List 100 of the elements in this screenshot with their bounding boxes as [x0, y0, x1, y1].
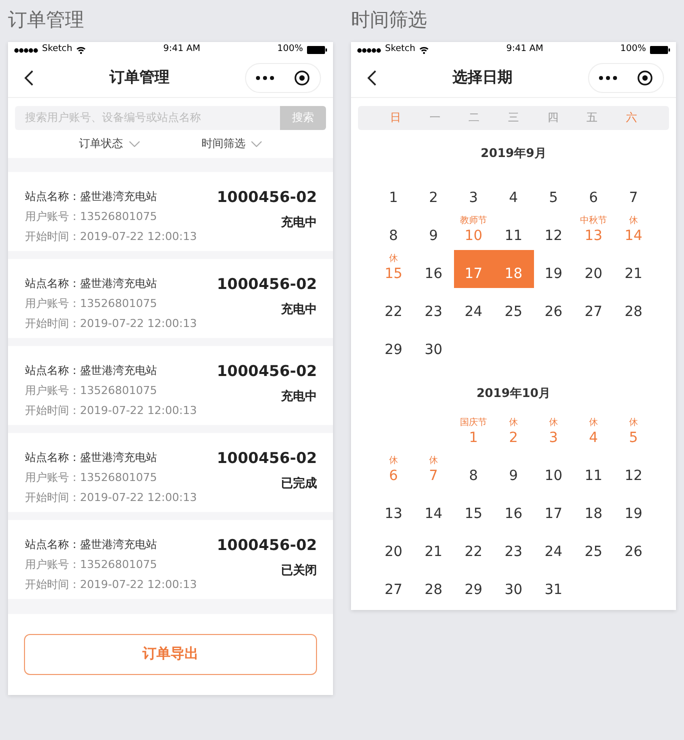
day-number: 5	[549, 189, 558, 207]
order-card[interactable]: 站点名称：盛世港湾充电站 用户账号：13526801075 开始时间：2019-07-22 12:00:13 1000456-02 充电中	[8, 259, 333, 346]
day-number: 31	[544, 581, 562, 599]
date-cell[interactable]: 15	[454, 490, 494, 528]
battery-percent: 100%	[620, 43, 646, 56]
date-cell[interactable]: 20	[574, 250, 614, 288]
order-card[interactable]: 站点名称：盛世港湾充电站 用户账号：13526801075 开始时间：2019-07-22 12:00:13 1000456-02 充电中	[8, 172, 333, 259]
day-number: 8	[389, 227, 398, 245]
start-time: 开始时间：2019-07-22 12:00:13	[25, 490, 197, 506]
day-number: 24	[464, 303, 482, 321]
date-cell[interactable]: 27	[574, 288, 614, 326]
date-cell[interactable]: 4	[494, 174, 534, 212]
date-cell[interactable]: 29	[454, 566, 494, 604]
date-cell[interactable]: 8	[374, 212, 414, 250]
date-cell[interactable]: 24	[534, 528, 574, 566]
date-cell[interactable]: 2	[414, 174, 454, 212]
date-cell[interactable]: 27	[374, 566, 414, 604]
day-number: 10	[464, 227, 482, 245]
start-time: 开始时间：2019-07-22 12:00:13	[25, 577, 197, 593]
date-cell[interactable]: 9	[414, 212, 454, 250]
order-card[interactable]: 站点名称：盛世港湾充电站 用户账号：13526801075 开始时间：2019-07-22 12:00:13 1000456-02 已完成	[8, 433, 333, 520]
date-cell[interactable]: 10	[534, 452, 574, 490]
date-cell[interactable]: 9	[494, 452, 534, 490]
back-icon[interactable]	[24, 70, 34, 86]
order-status: 充电中	[280, 214, 317, 231]
battery-icon	[650, 46, 670, 54]
holiday-note: 休	[549, 417, 558, 429]
date-cell[interactable]: 23	[494, 528, 534, 566]
day-number: 3	[549, 429, 558, 447]
date-cell[interactable]: 30	[414, 326, 454, 364]
signal-icon	[14, 48, 38, 52]
day-number: 11	[504, 227, 522, 245]
filter-dropdown[interactable]: 时间筛选	[201, 136, 262, 152]
filter-dropdown[interactable]: 订单状态	[78, 136, 140, 152]
date-cell[interactable]: 21	[414, 528, 454, 566]
date-cell[interactable]: 7	[614, 174, 654, 212]
date-cell[interactable]: 13	[374, 490, 414, 528]
weekday-label: 二	[468, 110, 481, 126]
wifi-icon	[419, 46, 430, 54]
date-cell[interactable]: 20	[374, 528, 414, 566]
search-field[interactable]: 搜索用户账号、设备编号或站点名称	[15, 106, 280, 130]
day-number: 13	[384, 505, 402, 523]
date-cell[interactable]: 22	[374, 288, 414, 326]
order-card[interactable]: 站点名称：盛世港湾充电站 用户账号：13526801075 开始时间：2019-07-22 12:00:13 1000456-02 充电中	[8, 346, 333, 433]
date-cell[interactable]: 23	[414, 288, 454, 326]
date-cell[interactable]: 11	[574, 452, 614, 490]
date-cell[interactable]: 19	[534, 250, 574, 288]
date-cell[interactable]: 25	[574, 528, 614, 566]
date-cell[interactable]: 28	[614, 288, 654, 326]
date-cell[interactable]: 22	[454, 528, 494, 566]
day-number: 23	[424, 303, 442, 321]
order-card[interactable]: 站点名称：盛世港湾充电站 用户账号：13526801075 开始时间：2019-07-22 12:00:13 1000456-02 已关闭	[8, 520, 333, 607]
close-target-icon[interactable]	[294, 70, 310, 86]
day-number: 18	[584, 505, 602, 523]
date-cell[interactable]: 6	[574, 174, 614, 212]
order-number: 1000456-02	[216, 187, 317, 207]
order-number: 1000456-02	[216, 448, 317, 468]
day-number: 25	[584, 543, 602, 561]
date-cell[interactable]: 31	[534, 566, 574, 604]
station-name: 站点名称：盛世港湾充电站	[25, 537, 158, 553]
screen-caption: 订单管理	[8, 8, 85, 33]
wifi-icon	[76, 46, 86, 54]
date-cell[interactable]: 8	[454, 452, 494, 490]
holiday-note: 休	[389, 455, 398, 467]
date-cell[interactable]: 12	[534, 212, 574, 250]
more-icon[interactable]	[599, 76, 617, 80]
date-cell[interactable]: 24	[454, 288, 494, 326]
day-number: 17	[544, 505, 562, 523]
date-cell[interactable]: 3	[454, 174, 494, 212]
date-cell[interactable]: 25	[494, 288, 534, 326]
date-cell[interactable]: 28	[414, 566, 454, 604]
day-number: 22	[464, 543, 482, 561]
close-target-icon[interactable]	[637, 70, 653, 86]
order-number: 1000456-02	[216, 274, 317, 294]
more-icon[interactable]	[256, 76, 274, 80]
user-account: 用户账号：13526801075	[25, 296, 158, 312]
day-number: 21	[424, 543, 442, 561]
page-title: 选择日期	[452, 67, 512, 88]
date-cell[interactable]: 18	[574, 490, 614, 528]
day-number: 17	[464, 265, 482, 283]
date-cell[interactable]: 26	[614, 528, 654, 566]
date-cell[interactable]: 14	[414, 490, 454, 528]
date-cell[interactable]: 11	[494, 212, 534, 250]
date-cell[interactable]: 30	[494, 566, 534, 604]
date-cell[interactable]: 16	[494, 490, 534, 528]
day-number: 6	[589, 189, 598, 207]
date-cell[interactable]: 16	[414, 250, 454, 288]
day-number: 3	[469, 189, 478, 207]
back-icon[interactable]	[367, 70, 377, 86]
date-cell[interactable]: 17	[534, 490, 574, 528]
date-cell[interactable]: 5	[534, 174, 574, 212]
date-cell[interactable]: 19	[614, 490, 654, 528]
date-cell[interactable]: 29	[374, 326, 414, 364]
page-title: 订单管理	[110, 67, 170, 88]
day-number: 12	[624, 467, 642, 485]
date-cell[interactable]: 12	[614, 452, 654, 490]
holiday-note: 休	[629, 417, 638, 429]
date-cell[interactable]: 21	[614, 250, 654, 288]
date-cell[interactable]: 1	[374, 174, 414, 212]
date-cell[interactable]: 26	[534, 288, 574, 326]
